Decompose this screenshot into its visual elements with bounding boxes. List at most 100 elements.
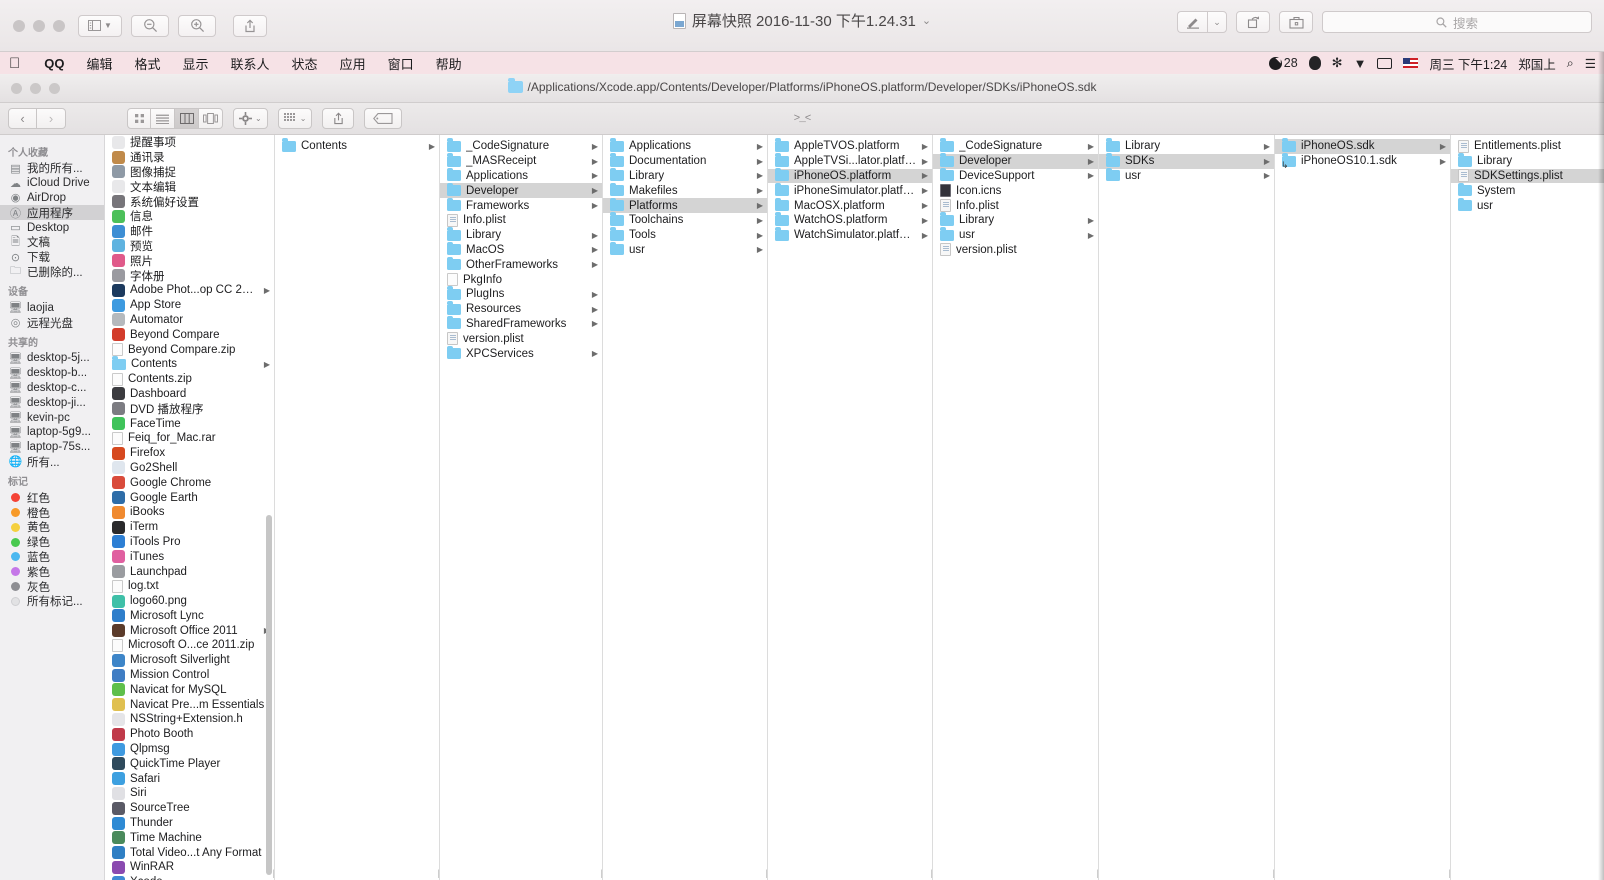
column-row[interactable]: SharedFrameworks ▶ [440,315,602,332]
sidebar-item-laptop-5g9...[interactable]: 🖥 laptop-5g9... [0,425,104,440]
column-row[interactable]: Dashboard [105,387,274,402]
column-row[interactable]: iTunes [105,549,274,564]
column-row[interactable]: Total Video...t Any Format [105,845,274,860]
column-row[interactable]: Developer ▶ [933,153,1098,169]
menubar-item-8[interactable]: 帮助 [425,54,473,73]
finder-maximize-button[interactable] [49,82,60,94]
preview-search-field[interactable]: 搜索 [1322,11,1592,33]
sidebar-item-所有标记...[interactable]: 所有标记... [0,594,104,609]
column-row[interactable]: 提醒事项 [105,135,274,150]
column-row[interactable]: 照片 [105,253,274,268]
markup-chevron-button[interactable]: ⌄ [1207,11,1227,33]
sidebar-item-黄色[interactable]: 黄色 [0,520,104,535]
menubar-item-7[interactable]: 窗口 [377,54,425,73]
notification-center-icon[interactable]: ☰ [1585,56,1596,71]
column-row[interactable]: Tools ▶ [603,227,767,243]
column-row[interactable]: SourceTree [105,801,274,816]
column-row[interactable]: 信息 [105,209,274,224]
column-row[interactable]: Time Machine [105,830,274,845]
sidebar-item-绿色[interactable]: 绿色 [0,535,104,550]
sidebar-item-下载[interactable]: ⊙ 下载 [0,250,104,265]
column-row[interactable]: 图像捕捉 [105,165,274,180]
column-row[interactable]: Documentation ▶ [603,153,767,169]
column-row[interactable]: AppleTVOS.platform ▶ [768,138,932,154]
menubar-user[interactable]: 郑国上 [1518,54,1556,73]
sidebar-item-应用程序[interactable]: Ⓐ 应用程序 [0,205,104,221]
column-row[interactable]: Info.plist [440,213,602,228]
menubar-item-6[interactable]: 应用 [329,54,377,73]
column-row[interactable]: _MASReceipt ▶ [440,153,602,169]
bluetooth-icon[interactable]: ✻ [1332,55,1343,71]
column-row[interactable]: SDKs ▶ [1099,153,1274,169]
sidebar-item-laojia[interactable]: 🖥 laojia [0,300,104,315]
column-row[interactable]: Firefox [105,446,274,461]
column-row[interactable]: Google Earth [105,490,274,505]
column-row[interactable]: _CodeSignature ▶ [440,138,602,154]
column-row[interactable]: iPhoneSimulator.platform ▶ [768,182,932,198]
column-row[interactable]: version.plist [933,243,1098,258]
column-row[interactable]: XPCServices ▶ [440,345,602,361]
sidebar-item-desktop-5j...[interactable]: 🖥 desktop-5j... [0,351,104,366]
sidebar-item-紫色[interactable]: 紫色 [0,564,104,579]
column-row[interactable]: MacOS ▶ [440,241,602,258]
menubar-item-4[interactable]: 联系人 [220,54,281,73]
apple-menu-icon[interactable]:  [9,56,20,71]
column-row[interactable]: Platforms ▶ [603,197,767,213]
column-row[interactable]: NSString+Extension.h [105,712,274,727]
column-scrollbar[interactable] [266,515,272,875]
close-button[interactable] [13,19,25,32]
column-row[interactable]: Library ▶ [603,167,767,184]
column-row[interactable]: Icon.icns [933,183,1098,198]
column-row[interactable]: OtherFrameworks ▶ [440,256,602,272]
column-row[interactable]: Resources ▶ [440,301,602,317]
column-row[interactable]: iTools Pro [105,535,274,550]
column-row[interactable]: Frameworks ▶ [440,197,602,213]
back-button[interactable]: ‹ [8,108,37,129]
finder-window-controls[interactable] [0,82,60,94]
menubar-item-2[interactable]: 格式 [124,54,172,73]
column-row[interactable]: FaceTime [105,416,274,431]
column-row[interactable]: 字体册 [105,268,274,283]
sidebar-item-AirDrop[interactable]: ◉ AirDrop [0,191,104,206]
airplay-icon[interactable] [1377,57,1393,69]
column-row[interactable]: usr ▶ [933,227,1098,243]
column-row[interactable]: iBooks [105,505,274,520]
column-row[interactable]: Microsoft Silverlight [105,653,274,668]
column-row[interactable]: Contents.zip [105,372,274,387]
menubar-item-5[interactable]: 状态 [281,54,329,73]
column-row[interactable]: Beyond Compare.zip [105,342,274,357]
wifi-icon[interactable]: ▼ [1354,56,1367,71]
column-row[interactable]: 通讯录 [105,150,274,165]
column-row[interactable]: System [1451,182,1604,198]
column-row[interactable]: 系统偏好设置 [105,194,274,209]
column-row[interactable]: Navicat for MySQL [105,682,274,697]
sidebar-toggle-button[interactable]: ▼ [78,14,122,37]
column-row[interactable]: usr ▶ [1099,167,1274,184]
column-row[interactable]: Automator [105,313,274,328]
preview-window-controls[interactable] [0,19,65,32]
column-row[interactable]: Entitlements.plist [1451,139,1604,154]
toolbox-button[interactable] [1279,11,1313,33]
column-row[interactable]: Go2Shell [105,461,274,476]
column-row[interactable]: Contents ▶ [275,138,439,154]
sidebar-item-desktop-c...[interactable]: 🖥 desktop-c... [0,381,104,396]
sidebar-item-所有...[interactable]: 🌐 所有... [0,455,104,470]
terminal-badge[interactable]: >_< [794,113,812,125]
column-row[interactable]: AppleTVSi...lator.platform ▶ [768,153,932,169]
column-row[interactable]: logo60.png [105,594,274,609]
column-row[interactable]: PlugIns ▶ [440,286,602,302]
column-row[interactable]: log.txt [105,579,274,594]
column-row[interactable]: Siri [105,786,274,801]
column-row[interactable]: Feiq_for_Mac.rar [105,431,274,446]
column-row[interactable]: iPhoneOS.platform ▶ [768,167,932,184]
column-row[interactable]: usr [1451,197,1604,213]
finder-share-button[interactable] [322,108,355,129]
sidebar-item-desktop-ji...[interactable]: 🖥 desktop-ji... [0,395,104,410]
column-row[interactable]: QuickTime Player [105,756,274,771]
sidebar-item-Desktop[interactable]: ▭ Desktop [0,220,104,235]
column-row[interactable]: version.plist [440,331,602,346]
column-row[interactable]: 文本编辑 [105,179,274,194]
column-row[interactable]: Google Chrome [105,475,274,490]
column-row[interactable]: PkgInfo [440,272,602,287]
spotlight-icon[interactable]: ⌕ [1567,56,1574,71]
